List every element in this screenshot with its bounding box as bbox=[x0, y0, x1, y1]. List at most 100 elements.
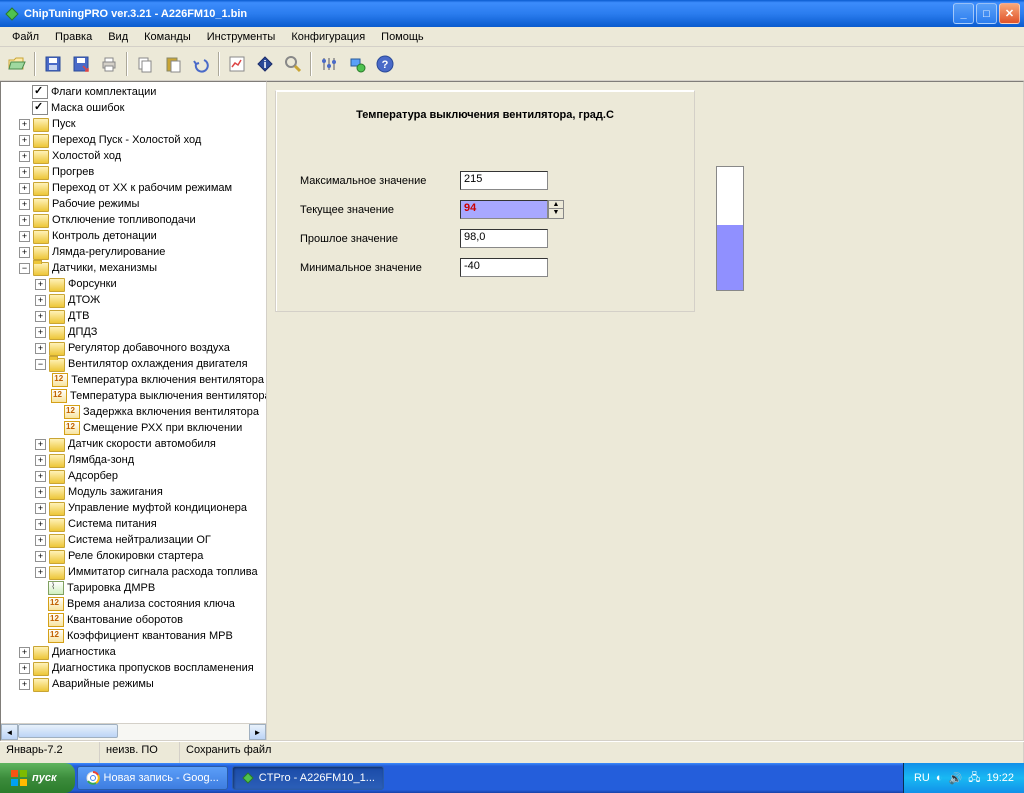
chart-button[interactable] bbox=[224, 51, 250, 77]
current-value-input[interactable]: 94 bbox=[460, 200, 548, 219]
lang-indicator[interactable]: RU bbox=[914, 772, 930, 784]
menu-tools[interactable]: Инструменты bbox=[199, 29, 284, 45]
expander-icon[interactable]: − bbox=[35, 359, 46, 370]
expander-icon[interactable]: + bbox=[35, 519, 46, 530]
expander-icon[interactable]: + bbox=[35, 551, 46, 562]
tree-item[interactable]: Тарировка ДМРВ bbox=[3, 580, 264, 596]
tree-item[interactable]: Квантование оборотов bbox=[3, 612, 264, 628]
expander-icon[interactable]: + bbox=[19, 135, 30, 146]
expander-icon[interactable]: + bbox=[19, 231, 30, 242]
info-button[interactable]: i bbox=[252, 51, 278, 77]
tree-item[interactable]: Задержка включения вентилятора bbox=[3, 404, 264, 420]
tree-item[interactable]: +Лямбда-зонд bbox=[3, 452, 264, 468]
tree-item[interactable]: +Регулятор добавочного воздуха bbox=[3, 340, 264, 356]
tree-item[interactable]: +Управление муфтой кондиционера bbox=[3, 500, 264, 516]
print-button[interactable] bbox=[96, 51, 122, 77]
tree-item[interactable]: +ДТОЖ bbox=[3, 292, 264, 308]
scroll-left-button[interactable]: ◄ bbox=[1, 724, 18, 740]
clock[interactable]: 19:22 bbox=[986, 772, 1014, 784]
minimize-button[interactable]: _ bbox=[953, 3, 974, 24]
tree-item[interactable]: +Диагностика пропусков воспламенения bbox=[3, 660, 264, 676]
scroll-thumb[interactable] bbox=[18, 724, 118, 738]
tree-item[interactable]: +Лямда-регулирование bbox=[3, 244, 264, 260]
expander-icon[interactable]: + bbox=[35, 455, 46, 466]
tree-item[interactable]: +Переход от XX к рабочим режимам bbox=[3, 180, 264, 196]
tree-item[interactable]: +Аварийные режимы bbox=[3, 676, 264, 692]
tree-item[interactable]: +ДТВ bbox=[3, 308, 264, 324]
tree-item[interactable]: Маска ошибок bbox=[3, 100, 264, 116]
tree-item[interactable]: +Переход Пуск - Холостой ход bbox=[3, 132, 264, 148]
tree-item[interactable]: +Холостой ход bbox=[3, 148, 264, 164]
maximize-button[interactable]: □ bbox=[976, 3, 997, 24]
expander-icon[interactable]: + bbox=[35, 471, 46, 482]
expander-icon[interactable]: + bbox=[19, 215, 30, 226]
expander-icon[interactable]: + bbox=[19, 119, 30, 130]
expander-icon[interactable]: + bbox=[19, 247, 30, 258]
expander-icon[interactable]: + bbox=[35, 279, 46, 290]
tree-item[interactable]: Температура включения вентилятора bbox=[3, 372, 264, 388]
open-button[interactable] bbox=[4, 51, 30, 77]
taskbar-item[interactable]: Новая запись - Goog... bbox=[77, 766, 228, 790]
tree-item[interactable]: Коэффициент квантования МРВ bbox=[3, 628, 264, 644]
tree-panel[interactable]: Флаги комплектации Маска ошибок +Пуск +П… bbox=[0, 81, 267, 741]
spin-up-icon[interactable]: ▲ bbox=[549, 201, 563, 209]
menu-file[interactable]: Файл bbox=[4, 29, 47, 45]
tree-item[interactable]: −Вентилятор охлаждения двигателя bbox=[3, 356, 264, 372]
tree-item[interactable]: +ДПДЗ bbox=[3, 324, 264, 340]
expander-icon[interactable]: + bbox=[35, 343, 46, 354]
menu-help[interactable]: Помощь bbox=[373, 29, 432, 45]
save-button[interactable] bbox=[40, 51, 66, 77]
tray-icon[interactable]: ◐ bbox=[936, 772, 943, 784]
tree-item[interactable]: +Отключение топливоподачи bbox=[3, 212, 264, 228]
expander-icon[interactable]: + bbox=[19, 183, 30, 194]
save-as-button[interactable] bbox=[68, 51, 94, 77]
taskbar-item-active[interactable]: CTPro - A226FM10_1... bbox=[232, 766, 384, 790]
tree-item[interactable]: +Реле блокировки стартера bbox=[3, 548, 264, 564]
settings-button[interactable] bbox=[316, 51, 342, 77]
tree-item[interactable]: +Пуск bbox=[3, 116, 264, 132]
close-button[interactable]: ✕ bbox=[999, 3, 1020, 24]
tray-network-icon[interactable]: 🖧 bbox=[968, 769, 980, 788]
copy-button[interactable] bbox=[132, 51, 158, 77]
menu-view[interactable]: Вид bbox=[100, 29, 136, 45]
tree-item[interactable]: Температура выключения вентилятора bbox=[3, 388, 264, 404]
expander-icon[interactable]: − bbox=[19, 263, 30, 274]
expander-icon[interactable]: + bbox=[35, 439, 46, 450]
tree-item[interactable]: +Система нейтрализации ОГ bbox=[3, 532, 264, 548]
tree-item[interactable]: +Контроль детонации bbox=[3, 228, 264, 244]
expander-icon[interactable]: + bbox=[35, 503, 46, 514]
tree-item[interactable]: +Прогрев bbox=[3, 164, 264, 180]
tree-item[interactable]: +Адсорбер bbox=[3, 468, 264, 484]
menu-cmds[interactable]: Команды bbox=[136, 29, 199, 45]
expander-icon[interactable]: + bbox=[19, 679, 30, 690]
expander-icon[interactable]: + bbox=[35, 567, 46, 578]
tree-item[interactable]: +Иммитатор сигнала расхода топлива bbox=[3, 564, 264, 580]
expander-icon[interactable]: + bbox=[19, 647, 30, 658]
expander-icon[interactable]: + bbox=[19, 663, 30, 674]
expander-icon[interactable]: + bbox=[19, 151, 30, 162]
menu-edit[interactable]: Правка bbox=[47, 29, 100, 45]
horizontal-scrollbar[interactable]: ◄ ► bbox=[1, 723, 266, 740]
expander-icon[interactable]: + bbox=[35, 535, 46, 546]
expander-icon[interactable]: + bbox=[19, 199, 30, 210]
search-button[interactable] bbox=[280, 51, 306, 77]
tree-item[interactable]: +Модуль зажигания bbox=[3, 484, 264, 500]
tree-item[interactable]: +Датчик скорости автомобиля bbox=[3, 436, 264, 452]
tree-item[interactable]: Смещение РХХ при включении bbox=[3, 420, 264, 436]
tree-item[interactable]: Флаги комплектации bbox=[3, 84, 264, 100]
spin-down-icon[interactable]: ▼ bbox=[549, 209, 563, 217]
network-button[interactable] bbox=[344, 51, 370, 77]
scroll-right-button[interactable]: ► bbox=[249, 724, 266, 740]
tree-item[interactable]: +Форсунки bbox=[3, 276, 264, 292]
paste-button[interactable] bbox=[160, 51, 186, 77]
expander-icon[interactable]: + bbox=[35, 295, 46, 306]
help-button[interactable]: ? bbox=[372, 51, 398, 77]
tree-item[interactable]: +Диагностика bbox=[3, 644, 264, 660]
expander-icon[interactable]: + bbox=[35, 311, 46, 322]
expander-icon[interactable]: + bbox=[35, 487, 46, 498]
undo-button[interactable] bbox=[188, 51, 214, 77]
tree-item[interactable]: +Система питания bbox=[3, 516, 264, 532]
tray-volume-icon[interactable]: 🔊 bbox=[949, 772, 963, 785]
tree-item[interactable]: −Датчики, механизмы bbox=[3, 260, 264, 276]
tree-item[interactable]: Время анализа состояния ключа bbox=[3, 596, 264, 612]
